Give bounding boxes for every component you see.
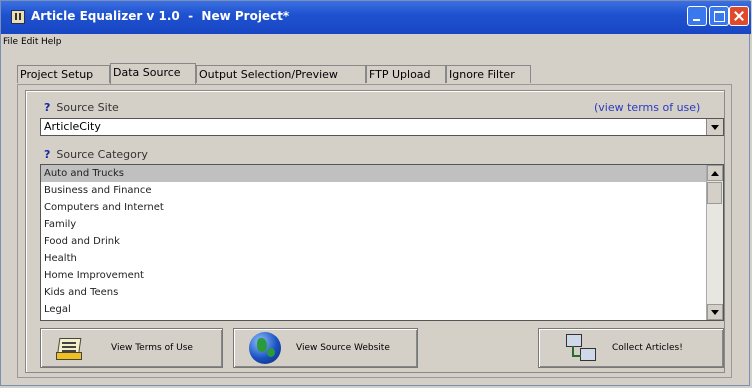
help-icon[interactable]: ? xyxy=(44,148,50,161)
source-category-text: Source Category xyxy=(56,148,148,161)
list-item[interactable]: Health xyxy=(41,250,706,267)
network-computers-icon xyxy=(566,334,598,364)
collect-articles-label: Collect Articles! xyxy=(612,343,683,353)
tab-ftp-upload[interactable]: FTP Upload xyxy=(366,65,446,83)
list-item[interactable]: Business and Finance xyxy=(41,182,706,199)
view-source-label: View Source Website xyxy=(296,343,390,353)
source-site-text: Source Site xyxy=(56,101,119,114)
document-icon xyxy=(56,336,82,360)
source-category-label: ? Source Category xyxy=(44,148,148,161)
collect-articles-button[interactable]: Collect Articles! xyxy=(538,328,724,368)
view-terms-button[interactable]: View Terms of Use xyxy=(40,328,223,368)
list-item[interactable]: Food and Drink xyxy=(41,233,706,250)
source-category-list[interactable]: Auto and Trucks Business and Finance Com… xyxy=(40,164,724,321)
tab-output-selection[interactable]: Output Selection/Preview xyxy=(196,65,366,83)
tab-project-setup[interactable]: Project Setup xyxy=(17,65,110,83)
source-site-label: ? Source Site xyxy=(44,101,119,114)
vertical-scrollbar[interactable] xyxy=(706,165,723,320)
tab-data-source[interactable]: Data Source xyxy=(110,63,196,84)
list-item[interactable]: Legal xyxy=(41,301,706,318)
scroll-down-icon[interactable] xyxy=(707,304,723,320)
list-item[interactable]: Auto and Trucks xyxy=(41,165,706,182)
source-site-value: ArticleCity xyxy=(44,120,101,133)
menu-edit[interactable]: Edit xyxy=(21,37,38,47)
tab-ignore-filter[interactable]: Ignore Filter xyxy=(446,65,531,83)
close-button[interactable] xyxy=(729,6,749,26)
title-bar[interactable]: Article Equalizer v 1.0 - New Project* xyxy=(1,1,751,34)
app-icon xyxy=(11,10,25,24)
scroll-up-icon[interactable] xyxy=(707,165,723,181)
view-terms-link[interactable]: (view terms of use) xyxy=(594,101,700,114)
help-icon[interactable]: ? xyxy=(44,101,50,114)
view-terms-label: View Terms of Use xyxy=(111,343,193,353)
view-source-button[interactable]: View Source Website xyxy=(233,328,418,368)
maximize-button[interactable] xyxy=(709,6,729,26)
menu-help[interactable]: Help xyxy=(41,37,62,47)
source-site-select[interactable]: ArticleCity xyxy=(40,118,724,136)
list-item[interactable]: Computers and Internet xyxy=(41,199,706,216)
list-item[interactable]: Home Improvement xyxy=(41,267,706,284)
window-title: Article Equalizer v 1.0 - New Project* xyxy=(31,9,290,23)
menu-file[interactable]: File xyxy=(3,37,18,47)
list-item[interactable]: Family xyxy=(41,216,706,233)
scroll-thumb[interactable] xyxy=(707,182,722,204)
list-item[interactable]: Kids and Teens xyxy=(41,284,706,301)
app-window: Article Equalizer v 1.0 - New Project* F… xyxy=(0,0,751,386)
minimize-button[interactable] xyxy=(687,6,707,26)
chevron-down-icon[interactable] xyxy=(706,119,723,135)
globe-icon xyxy=(249,332,281,364)
